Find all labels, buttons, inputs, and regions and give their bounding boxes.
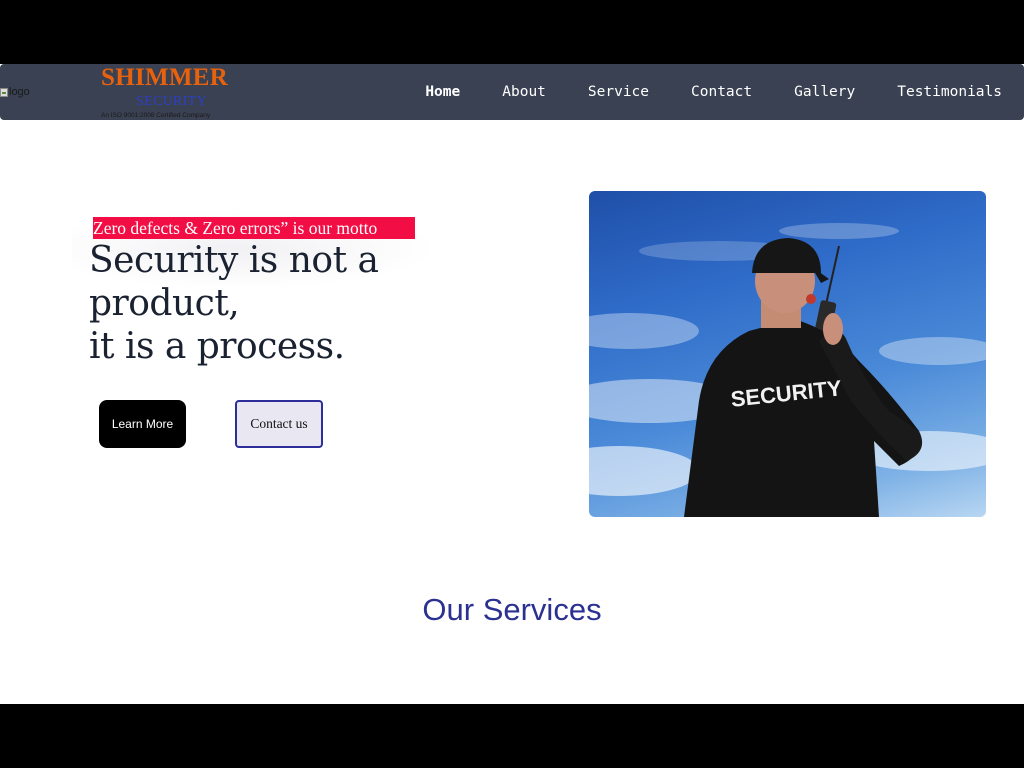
hero-headline: Security is not a product, it is a proce… — [89, 239, 379, 368]
services-title: Our Services — [422, 592, 602, 627]
page: logo SHIMMER SECURITY An ISO 9001:2008 C… — [0, 64, 1024, 704]
contact-us-button[interactable]: Contact us — [235, 400, 323, 448]
brand[interactable]: SHIMMER SECURITY An ISO 9001:2008 Certif… — [100, 64, 250, 120]
headline-line-2: product, — [89, 283, 240, 324]
navbar: logo SHIMMER SECURITY An ISO 9001:2008 C… — [0, 64, 1024, 120]
headline-line-1: Security is not a — [89, 240, 379, 281]
nav-item-service[interactable]: Service — [588, 84, 649, 100]
logo-alt-text: logo — [9, 86, 30, 98]
nav-item-testimonials[interactable]: Testimonials — [897, 84, 1002, 100]
security-guard-illustration: SECURITY — [589, 223, 986, 517]
nav-item-about[interactable]: About — [502, 84, 546, 100]
motto-banner: Zero defects & Zero errors” is our motto — [93, 217, 415, 239]
security-guard-image: SECURITY — [589, 191, 986, 517]
broken-image-icon — [0, 87, 8, 97]
nav-item-contact[interactable]: Contact — [691, 84, 752, 100]
brand-name: SHIMMER — [101, 64, 229, 91]
nav-item-gallery[interactable]: Gallery — [794, 84, 855, 100]
brand-certification: An ISO 9001:2008 Certified Company — [101, 112, 211, 119]
nav-item-home[interactable]: Home — [425, 84, 460, 100]
headline-line-3: it is a process. — [89, 326, 345, 367]
nav-links: Home About Service Contact Gallery Testi… — [425, 64, 1002, 120]
logo-image[interactable]: logo — [0, 85, 40, 99]
brand-subtitle: SECURITY — [136, 94, 207, 109]
learn-more-button[interactable]: Learn More — [99, 400, 186, 448]
